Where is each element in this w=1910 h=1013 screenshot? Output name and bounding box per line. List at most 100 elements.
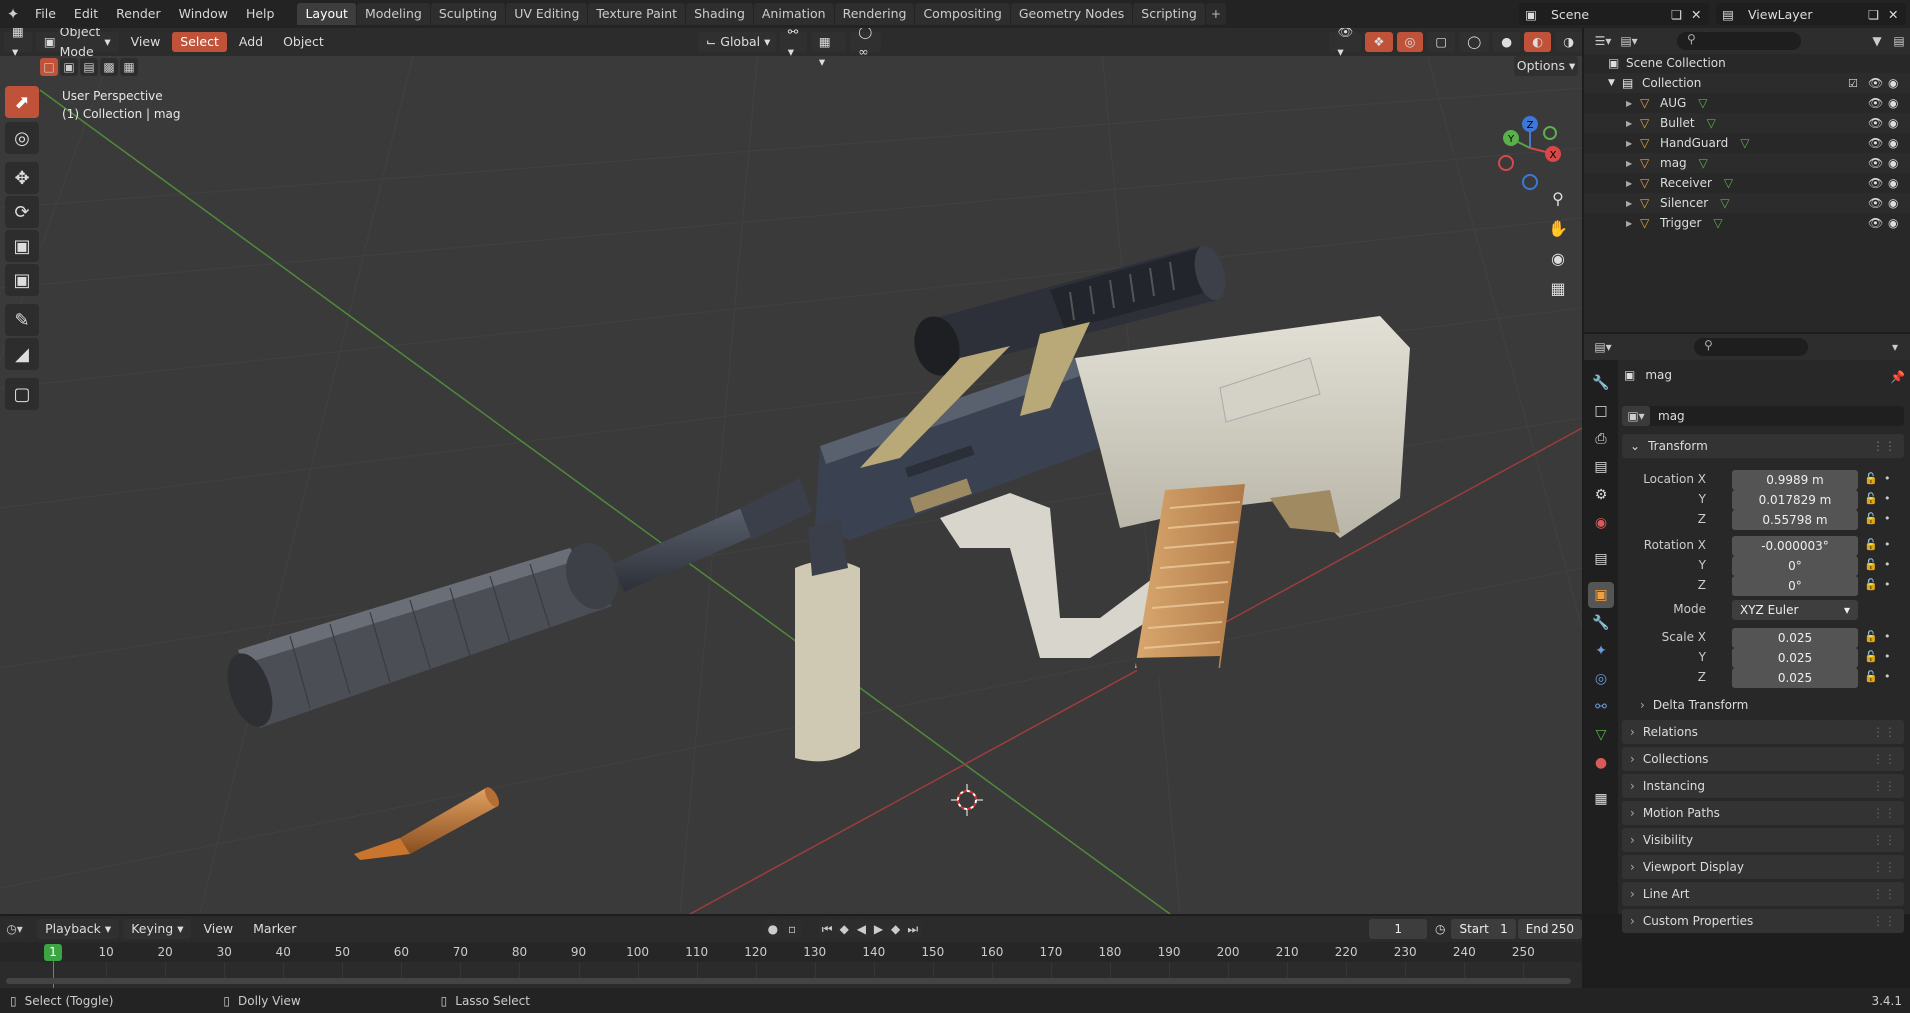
shading-wireframe[interactable]: ◯	[1459, 32, 1490, 52]
current-frame-field[interactable]: 1	[1369, 919, 1427, 939]
keyframe-dot-icon[interactable]: •	[1884, 492, 1891, 505]
chevron-right-icon[interactable]: ▶	[1626, 119, 1640, 128]
options-button[interactable]: Options ▾	[1514, 56, 1578, 76]
transform-panel-header[interactable]: ⌄ Transform ⋮⋮	[1622, 434, 1904, 458]
outliner-item-aug[interactable]: ▶ ▽ AUG ▽ 👁 ◉	[1584, 93, 1910, 113]
display-mode-icon[interactable]: ▤▾	[1618, 31, 1640, 51]
visibility-panel-header[interactable]: › Visibility ⋮⋮	[1622, 828, 1904, 852]
drag-handle-icon[interactable]: ⋮⋮	[1872, 887, 1896, 901]
prev-keyframe-icon[interactable]: ◆	[835, 919, 853, 939]
mesh-data-icon[interactable]: ▽	[1699, 156, 1708, 170]
location-x-field[interactable]: 0.9989 m	[1732, 470, 1858, 490]
chevron-down-icon[interactable]: ▾	[1886, 337, 1904, 357]
object-name-input[interactable]: mag	[1658, 409, 1685, 423]
proportional-edit-toggle[interactable]: ◯ ∞	[850, 28, 882, 59]
menu-window[interactable]: Window	[170, 0, 237, 28]
viewlayer-selector[interactable]: ▤ ViewLayer ❏ ✕	[1716, 3, 1906, 25]
tab-scripting[interactable]: Scripting	[1133, 3, 1205, 25]
select-subtract-icon[interactable]: ▤	[80, 58, 98, 76]
particles-tab-icon[interactable]: ✦	[1588, 638, 1614, 664]
object-type-icon[interactable]: ▣▾	[1622, 406, 1650, 426]
tool-measure[interactable]: ◢	[5, 338, 39, 370]
tab-texture-paint[interactable]: Texture Paint	[588, 3, 686, 25]
mesh-data-icon[interactable]: ▽	[1707, 116, 1716, 130]
chevron-right-icon[interactable]: ▶	[1626, 139, 1640, 148]
output-tab-icon[interactable]: ⎙	[1588, 426, 1614, 452]
visibility-dropdown[interactable]: 👁 ▾	[1329, 28, 1362, 59]
world-tab-icon[interactable]: ◉	[1588, 510, 1614, 536]
outliner-item-bullet[interactable]: ▶ ▽ Bullet ▽ 👁 ◉	[1584, 113, 1910, 133]
location-z-field[interactable]: 0.55798 m	[1732, 510, 1858, 530]
chevron-right-icon[interactable]: ▶	[1626, 159, 1640, 168]
close-icon[interactable]: ✕	[1888, 7, 1906, 22]
select-invert-icon[interactable]: ▩	[100, 58, 118, 76]
new-collection-icon[interactable]: ▤	[1888, 31, 1910, 51]
outliner-item-mag[interactable]: ▶ ▽ mag ▽ 👁 ◉	[1584, 153, 1910, 173]
mesh-data-icon[interactable]: ▽	[1713, 216, 1722, 230]
material-tab-icon[interactable]: ●	[1588, 750, 1614, 776]
scale-y-field[interactable]: 0.025	[1732, 648, 1858, 668]
mesh-data-icon[interactable]: ▽	[1720, 196, 1729, 210]
grid-ortho-icon[interactable]: ▦	[1544, 274, 1572, 302]
select-new-icon[interactable]: □	[40, 58, 58, 76]
3d-viewport[interactable]: ▦ ▾ ▣ Object Mode ▾ View Select Add Obje…	[0, 28, 1582, 914]
keyframe-dot-icon[interactable]: •	[1884, 472, 1891, 485]
eye-icon[interactable]: 👁	[1868, 156, 1883, 170]
playhead-marker[interactable]: 1	[44, 944, 62, 961]
chevron-down-icon[interactable]: ▼	[1608, 78, 1622, 88]
pivot-dropdown[interactable]: ⚯ ▾	[779, 28, 807, 59]
lock-icon[interactable]: 🔓	[1864, 670, 1878, 683]
camera-render-icon[interactable]: ◉	[1888, 96, 1898, 110]
overlay-toggle[interactable]: ◎	[1396, 32, 1424, 52]
tab-animation[interactable]: Animation	[753, 3, 834, 25]
relations-panel-header[interactable]: › Relations ⋮⋮	[1622, 720, 1904, 744]
xray-toggle[interactable]: ▢	[1427, 32, 1456, 52]
drag-handle-icon[interactable]: ⋮⋮	[1872, 725, 1896, 739]
zoom-icon[interactable]: ⚲	[1544, 184, 1572, 212]
drag-handle-icon[interactable]: ⋮⋮	[1872, 439, 1896, 453]
scene-selector[interactable]: ▣ Scene ❏ ✕	[1519, 3, 1709, 25]
menu-help[interactable]: Help	[237, 0, 284, 28]
camera-render-icon[interactable]: ◉	[1888, 116, 1898, 130]
jump-end-icon[interactable]: ⏭	[904, 919, 922, 939]
mode-dropdown[interactable]: ▣ Object Mode ▾	[35, 28, 119, 59]
timeline-scrollbar[interactable]	[6, 978, 1571, 984]
select-extend-icon[interactable]: ▣	[60, 58, 78, 76]
tab-compositing[interactable]: Compositing	[915, 3, 1010, 25]
location-y-field[interactable]: 0.017829 m	[1732, 490, 1858, 510]
tool-add-cube[interactable]: ▢	[5, 378, 39, 410]
eye-icon[interactable]: 👁	[1868, 176, 1883, 190]
tool-transform[interactable]: ▣	[5, 264, 39, 296]
texture-tab-icon[interactable]: ▦	[1588, 786, 1614, 812]
object-name-field[interactable]: ▣▾ mag	[1622, 406, 1904, 426]
tab-uv-editing[interactable]: UV Editing	[506, 3, 588, 25]
navigation-gizmo[interactable]: Z X Y	[1490, 88, 1570, 198]
editor-type-button[interactable]: ▦ ▾	[4, 28, 32, 59]
eye-icon[interactable]: 👁	[1868, 76, 1883, 90]
jump-start-icon[interactable]: ⏮	[818, 919, 836, 939]
instancing-panel-header[interactable]: › Instancing ⋮⋮	[1622, 774, 1904, 798]
outliner-item-silencer[interactable]: ▶ ▽ Silencer ▽ 👁 ◉	[1584, 193, 1910, 213]
record-icon[interactable]: ●	[764, 919, 782, 939]
snap-toggle[interactable]: ✓ ▦ ▾	[810, 28, 847, 69]
drag-handle-icon[interactable]: ⋮⋮	[1872, 833, 1896, 847]
eye-icon[interactable]: 👁	[1868, 116, 1883, 130]
delta-transform-subpanel[interactable]: › Delta Transform	[1640, 698, 1748, 712]
view-layer-tab-icon[interactable]: ▤	[1588, 454, 1614, 480]
copy-icon[interactable]: ❏	[1868, 7, 1888, 22]
close-icon[interactable]: ✕	[1691, 7, 1709, 22]
chevron-right-icon[interactable]: ▶	[1626, 219, 1640, 228]
rotation-x-field[interactable]: -0.000003°	[1732, 536, 1858, 556]
lock-icon[interactable]: 🔓	[1864, 650, 1878, 663]
copy-icon[interactable]: ❏	[1671, 7, 1691, 22]
pan-hand-icon[interactable]: ✋	[1544, 214, 1572, 242]
tab-sculpting[interactable]: Sculpting	[430, 3, 506, 25]
gizmo-toggle[interactable]: ❖	[1365, 32, 1393, 52]
menu-file[interactable]: File	[26, 0, 65, 28]
chevron-right-icon[interactable]: ▶	[1626, 179, 1640, 188]
keyframe-dot-icon[interactable]: •	[1884, 538, 1891, 551]
menu-select[interactable]: Select	[172, 32, 227, 52]
tab-layout[interactable]: Layout	[297, 3, 356, 25]
tool-rotate[interactable]: ⟳	[5, 196, 39, 228]
blender-logo-icon[interactable]: ✦	[0, 0, 26, 28]
